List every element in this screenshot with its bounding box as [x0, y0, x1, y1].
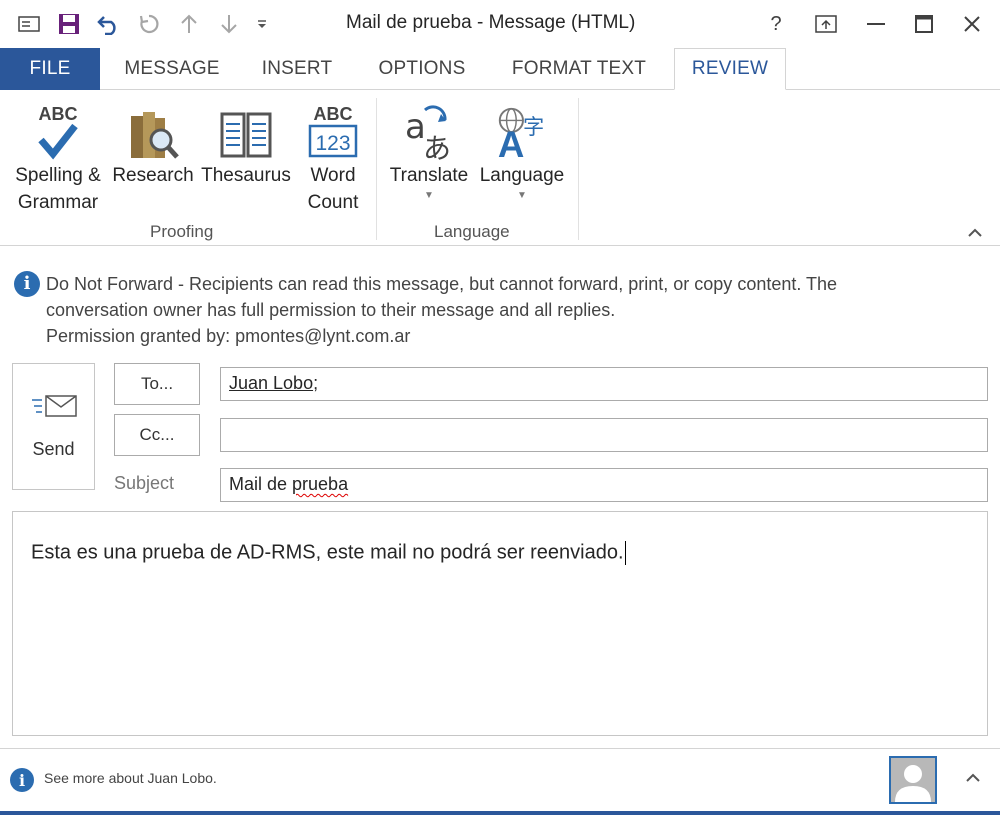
cc-field[interactable] — [220, 418, 988, 452]
people-pane-text[interactable]: See more about Juan Lobo. — [44, 770, 217, 786]
ribbon: ABC Spelling & Grammar Research Thesauru… — [0, 90, 1000, 246]
group-label-language: Language — [434, 222, 510, 241]
subject-field[interactable]: Mail de prueba — [220, 468, 988, 502]
ribbon-display-icon[interactable] — [810, 8, 842, 40]
send-button[interactable]: Send — [12, 363, 95, 490]
word-count-icon: ABC 123 — [305, 90, 361, 162]
research-label: Research — [112, 165, 194, 186]
subject-label: Subject — [114, 473, 175, 493]
research-button[interactable]: Research — [110, 90, 196, 189]
window-bottom-border — [0, 811, 1000, 815]
tab-format-text[interactable]: FORMAT TEXT — [498, 48, 660, 90]
info-icon: i — [14, 271, 40, 297]
translate-dropdown-icon: ▼ — [424, 190, 434, 201]
spell-check-icon: ABC — [30, 90, 86, 162]
svg-text:字: 字 — [523, 115, 544, 140]
redo-icon[interactable] — [134, 9, 164, 39]
close-icon[interactable] — [956, 8, 988, 40]
send-icon — [30, 394, 78, 425]
help-icon[interactable]: ? — [760, 8, 792, 40]
word-count-button[interactable]: ABC 123 Word Count — [298, 90, 368, 216]
infobar-line-2: conversation owner has full permission t… — [46, 300, 616, 320]
word-count-label-1: Word — [310, 165, 356, 186]
language-dropdown-icon: ▼ — [517, 190, 527, 201]
recipient-separator: ; — [313, 373, 319, 393]
text-caret — [624, 541, 626, 565]
tab-message[interactable]: MESSAGE — [110, 48, 234, 90]
thesaurus-label: Thesaurus — [201, 165, 291, 186]
quick-access-toolbar — [14, 8, 280, 40]
language-button[interactable]: A 字 Language ▼ — [476, 90, 568, 203]
infobar-line-3: Permission granted by: pmontes@lynt.com.… — [46, 326, 411, 346]
maximize-icon[interactable] — [908, 8, 940, 40]
svg-text:あ: あ — [423, 132, 451, 162]
message-body-text: Esta es una prueba de AD-RMS, este mail … — [31, 541, 624, 564]
svg-text:ABC: ABC — [314, 104, 353, 124]
up-arrow-icon[interactable] — [174, 9, 204, 39]
spelling-label-2: Grammar — [17, 192, 99, 213]
subject-misspelled-word: prueba — [292, 474, 349, 494]
people-info-icon: i — [10, 768, 34, 792]
customize-icon[interactable] — [254, 9, 270, 39]
spelling-grammar-button[interactable]: ABC Spelling & Grammar — [6, 90, 110, 216]
collapse-ribbon-icon[interactable] — [968, 222, 982, 243]
subject-text: Mail de — [229, 474, 293, 494]
cc-button[interactable]: Cc... — [114, 414, 200, 456]
tab-options[interactable]: OPTIONS — [366, 48, 478, 90]
minimize-icon[interactable] — [860, 8, 892, 40]
translate-label: Translate — [389, 165, 469, 186]
research-icon — [125, 90, 181, 162]
group-label-proofing: Proofing — [150, 222, 214, 241]
word-count-label-2: Count — [307, 192, 359, 213]
svg-text:123: 123 — [315, 132, 350, 155]
thesaurus-icon — [218, 90, 274, 162]
tab-insert[interactable]: INSERT — [248, 48, 346, 90]
people-pane-divider — [0, 748, 1000, 749]
message-body-text-wrap: Esta es una prueba de AD-RMS, este mail … — [31, 541, 626, 565]
down-arrow-icon[interactable] — [214, 9, 244, 39]
tab-file[interactable]: FILE — [0, 48, 100, 90]
language-icon: A 字 — [494, 90, 550, 162]
tab-review[interactable]: REVIEW — [674, 48, 786, 90]
translate-icon: a あ — [401, 90, 457, 162]
translate-button[interactable]: a あ Translate ▼ — [384, 90, 474, 203]
expand-people-pane-icon[interactable] — [966, 770, 980, 788]
group-separator — [578, 98, 579, 240]
svg-text:ABC: ABC — [39, 104, 78, 124]
infobar-line-1: Do Not Forward - Recipients can read thi… — [46, 274, 838, 294]
title-bar: Mail de prueba - Message (HTML) ? — [0, 0, 1000, 48]
message-body[interactable]: Esta es una prueba de AD-RMS, este mail … — [12, 511, 988, 736]
send-label: Send — [32, 438, 75, 459]
thesaurus-button[interactable]: Thesaurus — [198, 90, 294, 189]
window-title: Mail de prueba - Message (HTML) — [346, 12, 636, 33]
recipient-chip[interactable]: Juan Lobo — [229, 373, 313, 393]
mail-icon[interactable] — [14, 9, 44, 39]
spelling-label-1: Spelling & — [15, 165, 101, 186]
save-icon[interactable] — [54, 9, 84, 39]
to-field[interactable]: Juan Lobo; — [220, 367, 988, 401]
to-button[interactable]: To... — [114, 363, 200, 405]
undo-icon[interactable] — [94, 9, 124, 39]
avatar[interactable] — [889, 756, 937, 804]
svg-text:A: A — [498, 124, 524, 162]
language-label: Language — [479, 165, 565, 186]
group-separator — [376, 98, 377, 240]
